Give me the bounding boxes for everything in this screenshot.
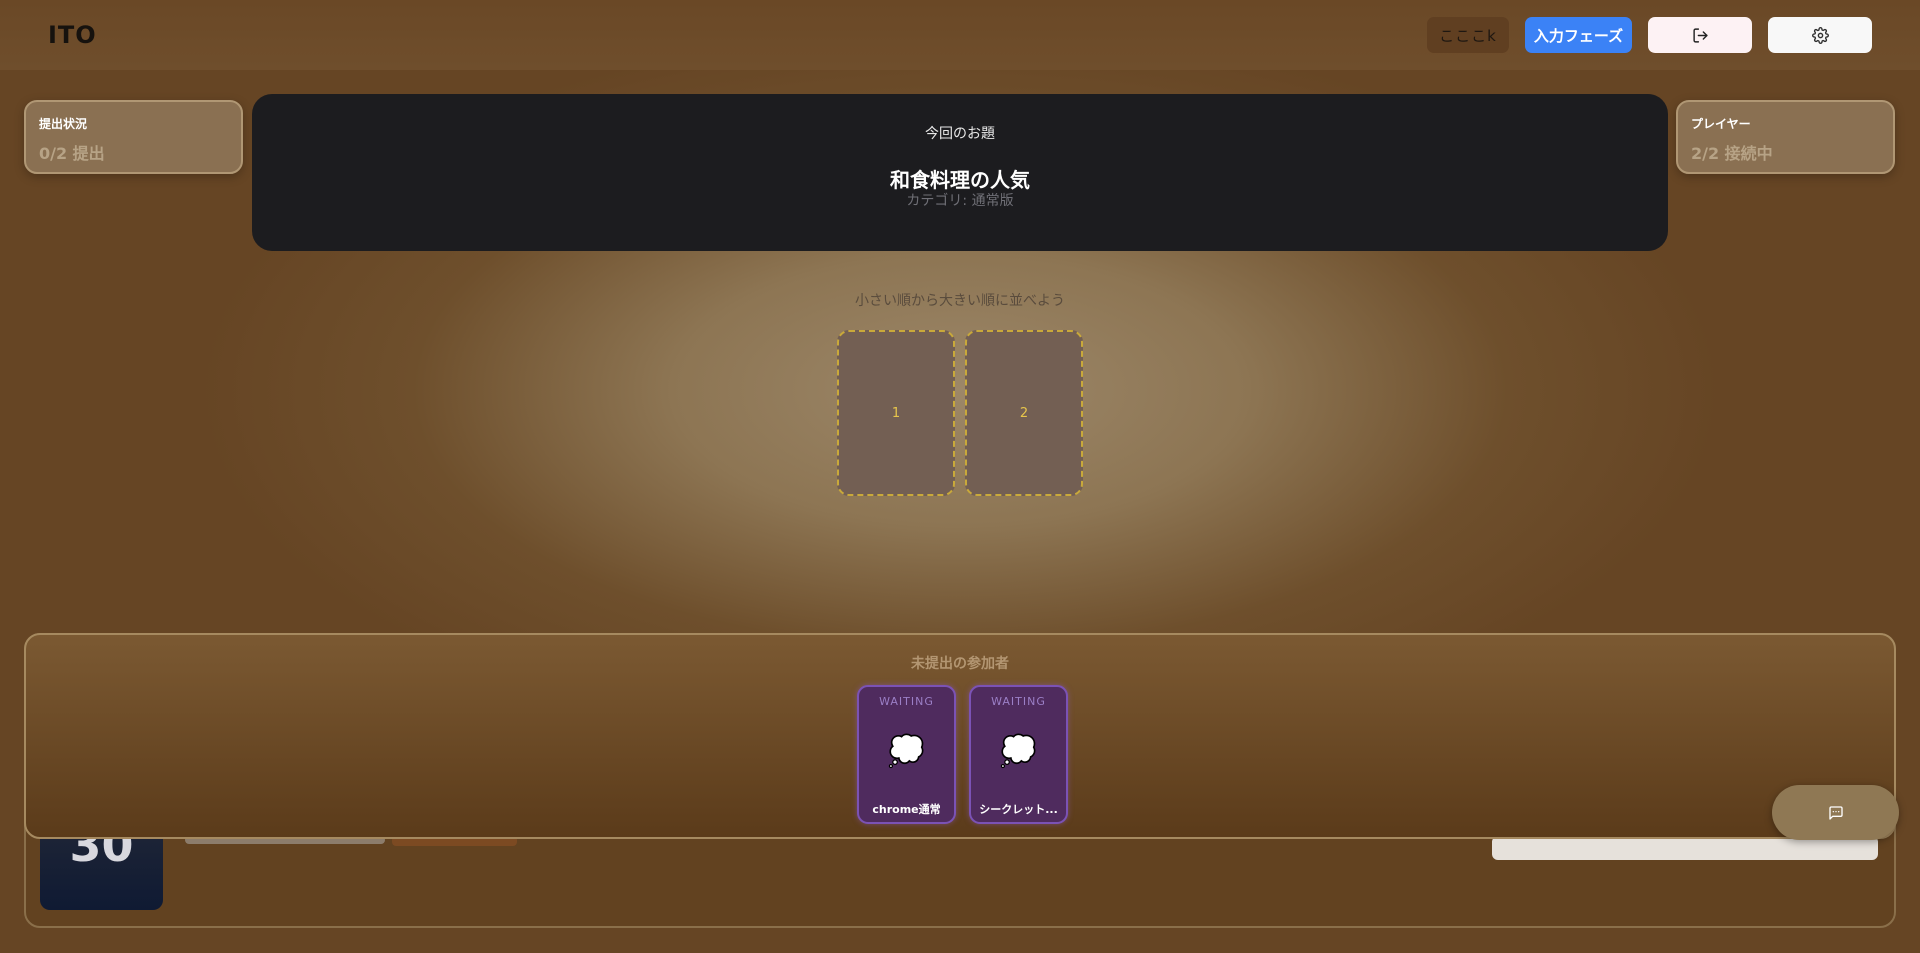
- username-button[interactable]: こここk: [1427, 17, 1509, 53]
- thought-bubble-icon: 💭: [887, 734, 926, 769]
- participant-name: シークレット...: [979, 803, 1058, 816]
- topic-title: 和食料理の人気: [890, 168, 1030, 192]
- participant-card[interactable]: WAITING 💭 chrome通常: [857, 685, 956, 824]
- settings-button[interactable]: [1768, 17, 1872, 53]
- topic-category: カテゴリ: 通常版: [906, 193, 1014, 209]
- players-value: 2/2 接続中: [1691, 144, 1773, 163]
- participant-status: WAITING: [991, 695, 1046, 708]
- card-slot-2[interactable]: 2: [965, 330, 1083, 496]
- topic-panel: 今回のお題 和食料理の人気 カテゴリ: 通常版: [252, 94, 1668, 251]
- unsubmitted-panel: 未提出の参加者 WAITING 💭 chrome通常 WAITING 💭 シーク…: [24, 633, 1896, 839]
- logout-icon: [1692, 27, 1708, 43]
- card-slot-1[interactable]: 1: [837, 330, 955, 496]
- players-label: プレイヤー: [1691, 117, 1751, 131]
- submission-status-card: 提出状況 0/2 提出: [24, 100, 243, 174]
- app-logo: ITO: [48, 21, 97, 49]
- chat-button[interactable]: [1772, 785, 1899, 840]
- top-bar: ITO こここk 入力フェーズ: [0, 0, 1920, 70]
- phase-button[interactable]: 入力フェーズ: [1525, 17, 1632, 53]
- chat-icon: [1828, 805, 1843, 820]
- participant-name: chrome通常: [872, 803, 941, 816]
- unsubmitted-title: 未提出の参加者: [911, 656, 1009, 672]
- gear-icon: [1811, 26, 1829, 44]
- board-instruction: 小さい順から大きい順に並べよう: [855, 293, 1065, 309]
- submission-status-label: 提出状況: [39, 117, 88, 131]
- thought-bubble-icon: 💭: [999, 734, 1038, 769]
- participant-status: WAITING: [879, 695, 934, 708]
- players-card: プレイヤー 2/2 接続中: [1676, 100, 1895, 174]
- participant-card[interactable]: WAITING 💭 シークレット...: [969, 685, 1068, 824]
- topic-heading: 今回のお題: [925, 126, 995, 142]
- submission-status-value: 0/2 提出: [39, 144, 105, 163]
- exit-button[interactable]: [1648, 17, 1752, 53]
